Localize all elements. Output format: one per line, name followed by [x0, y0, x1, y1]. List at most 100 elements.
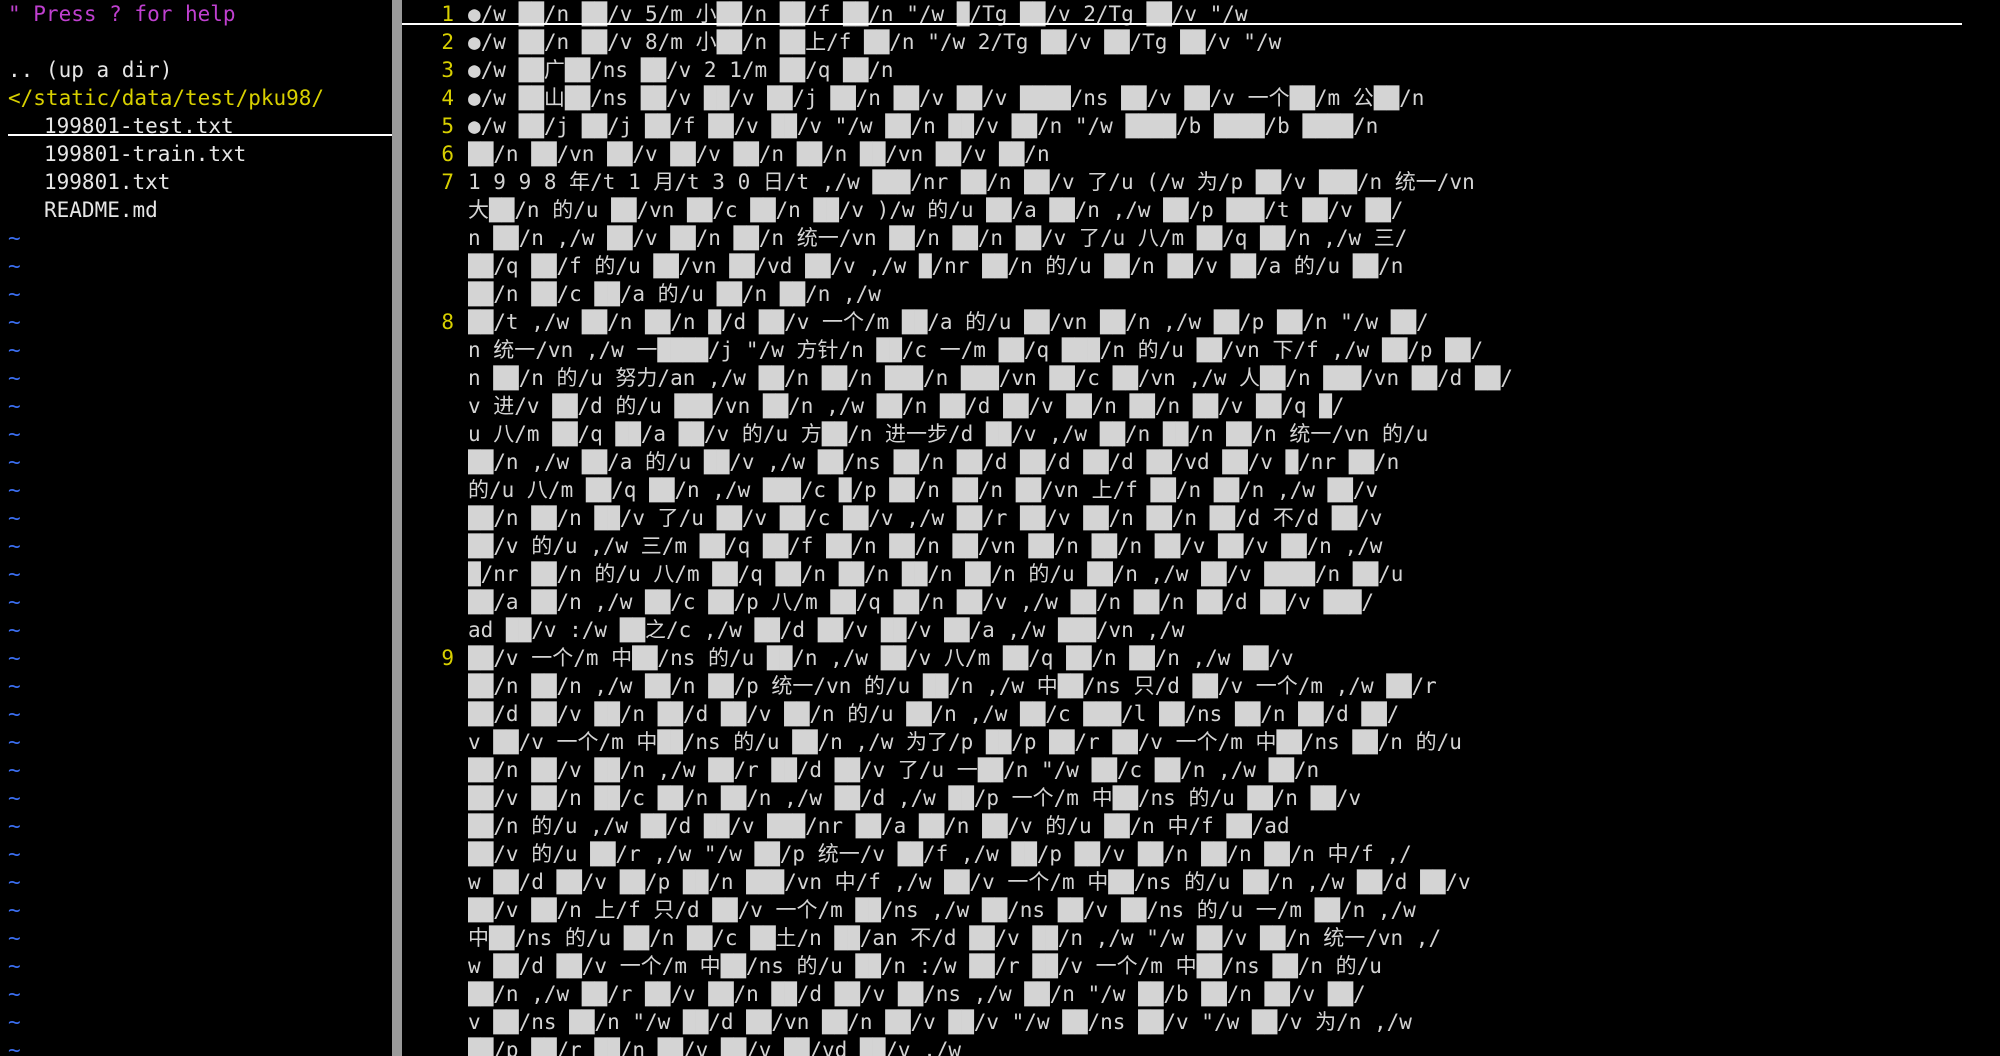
- line-text[interactable]: ██/v 一个/m 中██/ns 的/u ██/n ,/w ██/v 八/m █…: [468, 644, 1980, 672]
- line-text[interactable]: n ██/n 的/u 努力/an ,/w ██/n ██/n ███/n ███…: [468, 364, 1980, 392]
- line-text[interactable]: ●/w ██山██/ns ██/v ██/v ██/j ██/n ██/v ██…: [468, 84, 1980, 112]
- line-text[interactable]: ██/n ,/w ██/r ██/v ██/n ██/d ██/v ██/ns …: [468, 980, 1980, 1008]
- editor-line[interactable]: ██/a ██/n ,/w ██/c ██/p 八/m ██/q ██/n ██…: [402, 588, 2000, 616]
- editor-line[interactable]: 8 ██/t ,/w ██/n ██/n █/d ██/v 一个/m ██/a 的…: [402, 308, 2000, 336]
- line-text[interactable]: ██/v ██/n ██/c ██/n ██/n ,/w ██/d ,/w ██…: [468, 784, 1980, 812]
- editor-line[interactable]: w ██/d ██/v 一个/m 中██/ns 的/u ██/n :/w ██/…: [402, 952, 2000, 980]
- line-text[interactable]: ██/t ,/w ██/n ██/n █/d ██/v 一个/m ██/a 的/…: [468, 308, 1980, 336]
- line-text[interactable]: ad ██/v :/w ██之/c ,/w ██/d ██/v ██/v ██/…: [468, 616, 1980, 644]
- line-text[interactable]: ██/v ██/n 上/f 只/d ██/v 一个/m ██/ns ,/w ██…: [468, 896, 1980, 924]
- tree-tilde-line: ~: [8, 506, 21, 530]
- editor-line[interactable]: v ██/ns ██/n "/w ██/d ██/vn ██/n ██/v ██…: [402, 1008, 2000, 1036]
- line-text[interactable]: ██/a ██/n ,/w ██/c ██/p 八/m ██/q ██/n ██…: [468, 588, 1980, 616]
- tree-tilde-line: ~: [8, 674, 21, 698]
- editor-line[interactable]: n ██/n ,/w ██/v ██/n ██/n 统一/vn ██/n ██/…: [402, 224, 2000, 252]
- editor-line[interactable]: 的/u 八/m ██/q ██/n ,/w ███/c █/p ██/n ██/…: [402, 476, 2000, 504]
- line-text[interactable]: 1 9 9 8 年/t 1 月/t 3 0 日/t ,/w ███/nr ██/…: [468, 168, 1980, 196]
- line-text[interactable]: ██/n ██/n ██/v 了/u ██/v ██/c ██/v ,/w ██…: [468, 504, 1980, 532]
- tree-file-main[interactable]: 199801.txt: [0, 168, 392, 196]
- editor-line[interactable]: ██/d ██/v ██/n ██/d ██/v ██/n 的/u ██/n ,…: [402, 700, 2000, 728]
- line-text[interactable]: n 统一/vn ,/w 一████/j "/w 方针/n ██/c 一/m ██…: [468, 336, 1980, 364]
- editor-line[interactable]: 7 1 9 9 8 年/t 1 月/t 3 0 日/t ,/w ███/nr ██…: [402, 168, 2000, 196]
- tree-cursor-line: [8, 134, 392, 136]
- editor-line[interactable]: ██/n ,/w ██/r ██/v ██/n ██/d ██/v ██/ns …: [402, 980, 2000, 1008]
- editor-line[interactable]: ██/n ██/c ██/a 的/u ██/n ██/n ,/w: [402, 280, 2000, 308]
- editor-line[interactable]: 大██/n 的/u ██/vn ██/c ██/n ██/v )/w 的/u █…: [402, 196, 2000, 224]
- line-text[interactable]: ██/v 的/u ,/w 三/m ██/q ██/f ██/n ██/n ██/…: [468, 532, 1980, 560]
- line-text[interactable]: ██/v 的/u ██/r ,/w "/w ██/p 统一/v ██/f ,/w…: [468, 840, 1980, 868]
- line-text[interactable]: 大██/n 的/u ██/vn ██/c ██/n ██/v )/w 的/u █…: [468, 196, 1980, 224]
- line-text[interactable]: n ██/n ,/w ██/v ██/n ██/n 统一/vn ██/n ██/…: [468, 224, 1980, 252]
- editor-line[interactable]: v 进/v ██/d 的/u ███/vn ██/n ,/w ██/n ██/d…: [402, 392, 2000, 420]
- tree-tilde-line: ~: [8, 226, 21, 250]
- line-text[interactable]: ██/n ██/c ██/a 的/u ██/n ██/n ,/w: [468, 280, 1980, 308]
- line-text[interactable]: v 进/v ██/d 的/u ███/vn ██/n ,/w ██/n ██/d…: [468, 392, 1980, 420]
- editor-line[interactable]: ██/n ██/v ██/n ,/w ██/r ██/d ██/v 了/u 一█…: [402, 756, 2000, 784]
- editor-line[interactable]: ██/v 的/u ██/r ,/w "/w ██/p 统一/v ██/f ,/w…: [402, 840, 2000, 868]
- editor-line[interactable]: 3 ●/w ██广██/ns ██/v 2 1/m ██/q ██/n: [402, 56, 2000, 84]
- line-text[interactable]: ██/n 的/u ,/w ██/d ██/v ███/nr ██/a ██/n …: [468, 812, 1980, 840]
- line-text[interactable]: w ██/d ██/v ██/p ██/n ███/vn 中/f ,/w ██/…: [468, 868, 1980, 896]
- line-text[interactable]: v ██/v 一个/m 中██/ns 的/u ██/n ,/w 为了/p ██/…: [468, 728, 1980, 756]
- editor-line[interactable]: ██/v 的/u ,/w 三/m ██/q ██/f ██/n ██/n ██/…: [402, 532, 2000, 560]
- line-text[interactable]: ●/w ██/n ██/v 8/m 小██/n ██上/f ██/n "/w 2…: [468, 28, 1980, 56]
- line-number: [424, 616, 454, 644]
- line-text[interactable]: ██/p ██/r ██/n ██/v ██/v ██/vd ██/v ,/w: [468, 1036, 1980, 1056]
- line-number: [424, 392, 454, 420]
- line-number: [424, 252, 454, 280]
- editor-line[interactable]: ██/q ██/f 的/u ██/vn ██/vd ██/v ,/w █/nr …: [402, 252, 2000, 280]
- tree-up-dir[interactable]: .. (up a dir): [0, 56, 392, 84]
- editor-line[interactable]: ██/n ██/n ██/v 了/u ██/v ██/c ██/v ,/w ██…: [402, 504, 2000, 532]
- editor-line[interactable]: ██/p ██/r ██/n ██/v ██/v ██/vd ██/v ,/w: [402, 1036, 2000, 1056]
- line-text[interactable]: ██/n ██/v ██/n ,/w ██/r ██/d ██/v 了/u 一█…: [468, 756, 1980, 784]
- tree-file-train[interactable]: 199801-train.txt: [0, 140, 392, 168]
- line-text[interactable]: ██/n ██/n ,/w ██/n ██/p 统一/vn 的/u ██/n ,…: [468, 672, 1980, 700]
- line-text[interactable]: █/nr ██/n 的/u 八/m ██/q ██/n ██/n ██/n ██…: [468, 560, 1980, 588]
- editor-line[interactable]: ██/n ,/w ██/a 的/u ██/v ,/w ██/ns ██/n ██…: [402, 448, 2000, 476]
- line-text[interactable]: ██/n ,/w ██/a 的/u ██/v ,/w ██/ns ██/n ██…: [468, 448, 1980, 476]
- editor-line[interactable]: n 统一/vn ,/w 一████/j "/w 方针/n ██/c 一/m ██…: [402, 336, 2000, 364]
- editor-line[interactable]: 9 ██/v 一个/m 中██/ns 的/u ██/n ,/w ██/v 八/m …: [402, 644, 2000, 672]
- editor-line[interactable]: ██/v ██/n ██/c ██/n ██/n ,/w ██/d ,/w ██…: [402, 784, 2000, 812]
- editor-line[interactable]: █/nr ██/n 的/u 八/m ██/q ██/n ██/n ██/n ██…: [402, 560, 2000, 588]
- editor-line[interactable]: ██/n 的/u ,/w ██/d ██/v ███/nr ██/a ██/n …: [402, 812, 2000, 840]
- line-text[interactable]: 的/u 八/m ██/q ██/n ,/w ███/c █/p ██/n ██/…: [468, 476, 1980, 504]
- editor-line[interactable]: v ██/v 一个/m 中██/ns 的/u ██/n ,/w 为了/p ██/…: [402, 728, 2000, 756]
- line-text[interactable]: ██/n ██/vn ██/v ██/v ██/n ██/n ██/vn ██/…: [468, 140, 1980, 168]
- tree-tilde-line: ~: [8, 786, 21, 810]
- editor-line[interactable]: 4 ●/w ██山██/ns ██/v ██/v ██/j ██/n ██/v █…: [402, 84, 2000, 112]
- line-text[interactable]: u 八/m ██/q ██/a ██/v 的/u 方██/n 进一步/d ██/…: [468, 420, 1980, 448]
- tree-file-readme[interactable]: README.md: [0, 196, 392, 224]
- editor-line[interactable]: u 八/m ██/q ██/a ██/v 的/u 方██/n 进一步/d ██/…: [402, 420, 2000, 448]
- tree-empty-lines: ~~~~~~~~~~~~~~~~~~~~~~~~~~~~~~~: [0, 224, 392, 1056]
- line-number: [424, 952, 454, 980]
- editor-line[interactable]: w ██/d ██/v ██/p ██/n ███/vn 中/f ,/w ██/…: [402, 868, 2000, 896]
- editor-line[interactable]: 5 ●/w ██/j ██/j ██/f ██/v ██/v "/w ██/n █…: [402, 112, 2000, 140]
- tree-tilde-line: ~: [8, 394, 21, 418]
- line-text[interactable]: 中██/ns 的/u ██/n ██/c ██土/n ██/an 不/d ██/…: [468, 924, 1980, 952]
- editor-line[interactable]: 2 ●/w ██/n ██/v 8/m 小██/n ██上/f ██/n "/w …: [402, 28, 2000, 56]
- editor-line[interactable]: ██/v ██/n 上/f 只/d ██/v 一个/m ██/ns ,/w ██…: [402, 896, 2000, 924]
- line-text[interactable]: ●/w ██/j ██/j ██/f ██/v ██/v "/w ██/n ██…: [468, 112, 1980, 140]
- editor-line[interactable]: n ██/n 的/u 努力/an ,/w ██/n ██/n ███/n ███…: [402, 364, 2000, 392]
- line-text[interactable]: w ██/d ██/v 一个/m 中██/ns 的/u ██/n :/w ██/…: [468, 952, 1980, 980]
- editor-line[interactable]: ██/n ██/n ,/w ██/n ██/p 统一/vn 的/u ██/n ,…: [402, 672, 2000, 700]
- tree-tilde-line: ~: [8, 758, 21, 782]
- line-text[interactable]: ●/w ██广██/ns ██/v 2 1/m ██/q ██/n: [468, 56, 1980, 84]
- vertical-split-divider[interactable]: [392, 0, 402, 1056]
- editor-pane[interactable]: 1 ●/w ██/n ██/v 5/m 小██/n ██/f ██/n "/w █…: [402, 0, 2000, 1056]
- editor-line[interactable]: 6 ██/n ██/vn ██/v ██/v ██/n ██/n ██/vn ██…: [402, 140, 2000, 168]
- line-number: 7: [441, 170, 454, 194]
- line-text[interactable]: v ██/ns ██/n "/w ██/d ██/vn ██/n ██/v ██…: [468, 1008, 1980, 1036]
- line-text[interactable]: ██/q ██/f 的/u ██/vn ██/vd ██/v ,/w █/nr …: [468, 252, 1980, 280]
- line-number: [424, 756, 454, 784]
- line-number: [424, 560, 454, 588]
- file-tree-panel: " Press ? for help .. (up a dir) </stati…: [0, 0, 392, 1056]
- tree-current-dir[interactable]: </static/data/test/pku98/: [0, 84, 392, 112]
- editor-line[interactable]: 中██/ns 的/u ██/n ██/c ██土/n ██/an 不/d ██/…: [402, 924, 2000, 952]
- line-number: [424, 196, 454, 224]
- tree-tilde-line: ~: [8, 702, 21, 726]
- line-text[interactable]: ██/d ██/v ██/n ██/d ██/v ██/n 的/u ██/n ,…: [468, 700, 1980, 728]
- editor-line[interactable]: ad ██/v :/w ██之/c ,/w ██/d ██/v ██/v ██/…: [402, 616, 2000, 644]
- line-number: [424, 532, 454, 560]
